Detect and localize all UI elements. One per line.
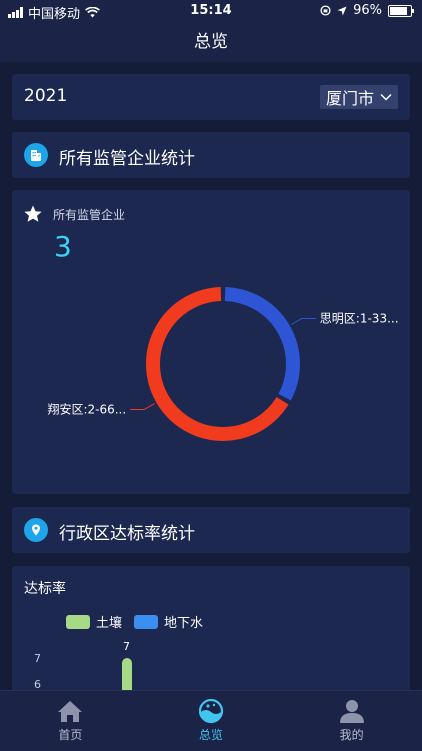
- tab-bar: 首页 总览 我的: [0, 690, 422, 751]
- page-title: 总览: [194, 32, 228, 52]
- status-right: 96%: [320, 3, 414, 18]
- battery-icon: [388, 4, 414, 17]
- bar-data-label: 7: [123, 640, 130, 653]
- section-header-district: 行政区达标率统计: [12, 507, 410, 553]
- home-icon: [58, 701, 83, 722]
- donut-slice-label: 思明区:1-33...: [320, 312, 399, 326]
- tab-mine[interactable]: 我的: [281, 691, 422, 751]
- rate-chart-card: 达标率 土壤 地下水 7 6 7: [12, 566, 410, 696]
- section-header-enterprise: 所有监管企业统计: [12, 132, 410, 178]
- battery-percent: 96%: [353, 3, 382, 18]
- legend-swatch: [134, 614, 159, 629]
- chart-legend: 土壤 地下水: [66, 612, 203, 631]
- section-title: 行政区达标率统计: [59, 524, 195, 544]
- legend-label: 地下水: [164, 616, 204, 631]
- tab-home[interactable]: 首页: [0, 691, 141, 751]
- legend-label: 土壤: [96, 616, 123, 631]
- tab-overview[interactable]: 总览: [141, 691, 282, 751]
- battery-fill: [390, 6, 408, 15]
- lock-rotation-icon: [320, 5, 331, 16]
- city-value: 厦门市: [325, 89, 374, 108]
- filter-bar: 2021 厦门市: [12, 74, 410, 120]
- city-dropdown[interactable]: 厦门市: [319, 85, 398, 109]
- enterprise-chart-card: 所有监管企业 3 思明区:1-33... 翔安区:2-66...: [12, 190, 410, 494]
- legend-item-soil[interactable]: 土壤: [66, 612, 122, 631]
- chevron-down-icon: [380, 93, 392, 101]
- donut-chart: 思明区:1-33... 翔安区:2-66...: [47, 287, 399, 441]
- nav-bar: 总览: [0, 22, 422, 62]
- tab-label: 我的: [339, 728, 364, 742]
- overview-icon: [198, 699, 224, 723]
- leader-line: [291, 318, 316, 325]
- tab-label: 首页: [58, 728, 83, 742]
- user-icon: [339, 700, 364, 723]
- year-label[interactable]: 2021: [24, 86, 67, 106]
- tab-label: 总览: [199, 728, 224, 742]
- legend-swatch: [66, 614, 90, 629]
- legend-item-groundwater[interactable]: 地下水: [134, 612, 203, 631]
- rate-chart-title: 达标率: [24, 581, 66, 597]
- buildings-icon: [24, 143, 48, 167]
- status-bar: 中国移动 15:14 96%: [0, 0, 422, 22]
- section-title: 所有监管企业统计: [59, 149, 195, 169]
- map-pin-icon: [24, 518, 48, 542]
- y-tick-label: 7: [34, 652, 41, 665]
- location-icon: [337, 6, 347, 15]
- leader-line: [130, 403, 155, 410]
- donut-slice[interactable]: [224, 287, 300, 401]
- donut-slice-label: 翔安区:2-66...: [47, 402, 126, 417]
